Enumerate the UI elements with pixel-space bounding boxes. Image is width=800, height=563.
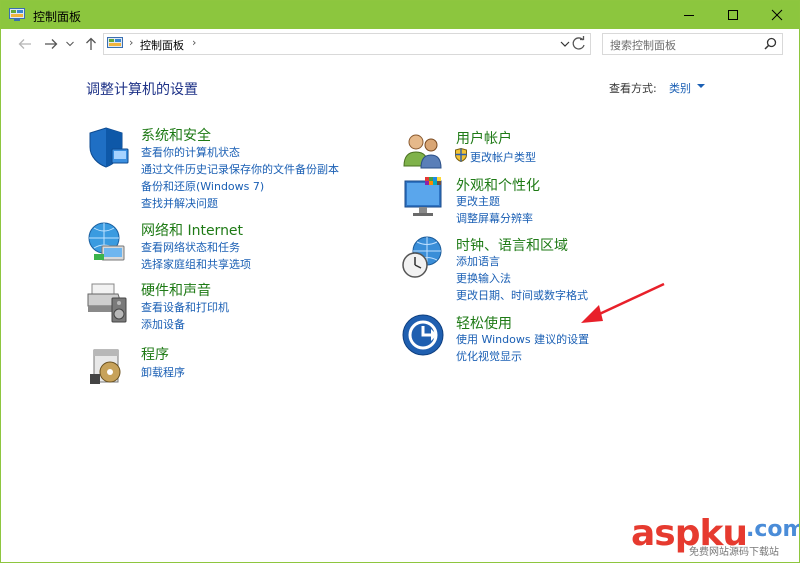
watermark-tagline: 免费网站源码下载站 xyxy=(689,547,779,558)
link-change-account-type[interactable]: 更改帐户类型 xyxy=(470,149,536,165)
ease-of-access-icon[interactable] xyxy=(401,313,445,357)
close-button[interactable] xyxy=(755,1,799,29)
breadcrumb-separator[interactable]: › xyxy=(192,36,196,49)
chevron-down-icon[interactable] xyxy=(697,84,705,88)
arrow-right-icon xyxy=(45,39,58,49)
category-title[interactable]: 轻松使用 xyxy=(456,313,512,333)
link-change-input-method[interactable]: 更换输入法 xyxy=(456,270,511,286)
category-appearance: 外观和个性化 更改主题 调整屏幕分辨率 xyxy=(401,175,701,227)
programs-icon[interactable] xyxy=(86,344,130,388)
link-backup-restore[interactable]: 备份和还原(Windows 7) xyxy=(141,178,264,194)
annotation-arrow-icon xyxy=(581,282,665,323)
arrow-left-icon xyxy=(18,39,31,49)
minimize-icon xyxy=(684,15,694,16)
view-by-label: 查看方式: xyxy=(609,82,657,95)
control-panel-icon xyxy=(107,37,123,48)
link-change-date-time-format[interactable]: 更改日期、时间或数字格式 xyxy=(456,287,588,303)
category-title[interactable]: 网络和 Internet xyxy=(141,220,243,240)
watermark-domain: .com xyxy=(746,517,800,542)
title-bar[interactable]: 控制面板 xyxy=(1,1,799,29)
category-system-security: 系统和安全 查看你的计算机状态 通过文件历史记录保存你的文件备份副本 备份和还原… xyxy=(86,125,386,215)
back-button[interactable] xyxy=(15,35,35,53)
link-network-status[interactable]: 查看网络状态和任务 xyxy=(141,239,240,255)
navigation-bar: › 控制面板 › 搜索控制面板 xyxy=(1,29,799,59)
link-change-theme[interactable]: 更改主题 xyxy=(456,193,500,209)
window-title: 控制面板 xyxy=(33,10,82,24)
control-panel-window: 控制面板 › 控制面板 › 搜索控制面板 调整计算机的设置 查看方式: 类别 系… xyxy=(0,0,800,563)
printer-icon[interactable] xyxy=(86,280,130,324)
category-title[interactable]: 系统和安全 xyxy=(141,125,211,145)
recent-locations-button[interactable] xyxy=(64,35,76,53)
category-programs: 程序 卸载程序 xyxy=(86,344,386,388)
link-homegroup-sharing[interactable]: 选择家庭组和共享选项 xyxy=(141,256,251,272)
link-optimize-visual-display[interactable]: 优化视觉显示 xyxy=(456,348,522,364)
category-hardware-sound: 硬件和声音 查看设备和打印机 添加设备 xyxy=(86,280,386,332)
refresh-icon[interactable] xyxy=(569,34,589,54)
minimize-button[interactable] xyxy=(667,1,711,29)
link-add-device[interactable]: 添加设备 xyxy=(141,316,185,332)
link-file-history-backup[interactable]: 通过文件历史记录保存你的文件备份副本 xyxy=(141,161,339,177)
chevron-down-icon xyxy=(66,41,74,47)
category-title[interactable]: 程序 xyxy=(141,344,169,364)
link-devices-printers[interactable]: 查看设备和打印机 xyxy=(141,299,229,315)
monitor-palette-icon[interactable] xyxy=(401,175,445,219)
breadcrumb-separator[interactable]: › xyxy=(129,36,133,49)
category-title[interactable]: 外观和个性化 xyxy=(456,175,540,195)
close-icon xyxy=(771,9,783,21)
category-title[interactable]: 用户帐户 xyxy=(456,128,512,148)
shield-icon[interactable] xyxy=(86,125,130,169)
search-input[interactable]: 搜索控制面板 xyxy=(602,33,783,55)
link-view-computer-status[interactable]: 查看你的计算机状态 xyxy=(141,144,240,160)
forward-button[interactable] xyxy=(41,35,61,53)
maximize-button[interactable] xyxy=(711,1,755,29)
search-placeholder: 搜索控制面板 xyxy=(610,39,676,52)
link-uninstall-program[interactable]: 卸载程序 xyxy=(141,364,185,380)
clock-globe-icon[interactable] xyxy=(401,235,445,279)
breadcrumb-control-panel[interactable]: 控制面板 xyxy=(140,37,184,53)
link-add-language[interactable]: 添加语言 xyxy=(456,253,500,269)
users-icon[interactable] xyxy=(401,128,445,172)
arrow-up-icon xyxy=(86,37,96,50)
link-use-windows-recommended[interactable]: 使用 Windows 建议的设置 xyxy=(456,331,589,347)
category-title[interactable]: 硬件和声音 xyxy=(141,280,211,300)
page-title: 调整计算机的设置 xyxy=(86,82,198,98)
link-troubleshoot[interactable]: 查找并解决问题 xyxy=(141,195,218,211)
globe-network-icon[interactable] xyxy=(86,220,130,264)
up-button[interactable] xyxy=(82,35,100,53)
category-title[interactable]: 时钟、语言和区域 xyxy=(456,235,568,255)
uac-shield-icon xyxy=(455,148,467,162)
view-by-dropdown[interactable]: 类别 xyxy=(669,80,691,96)
search-icon[interactable] xyxy=(764,37,777,50)
category-network-internet: 网络和 Internet 查看网络状态和任务 选择家庭组和共享选项 xyxy=(86,220,386,272)
maximize-icon xyxy=(728,10,738,20)
category-user-accounts: 用户帐户 更改帐户类型 xyxy=(401,128,701,170)
link-screen-resolution[interactable]: 调整屏幕分辨率 xyxy=(456,210,533,226)
address-bar[interactable]: › 控制面板 › xyxy=(103,33,591,55)
control-panel-icon xyxy=(9,8,25,21)
